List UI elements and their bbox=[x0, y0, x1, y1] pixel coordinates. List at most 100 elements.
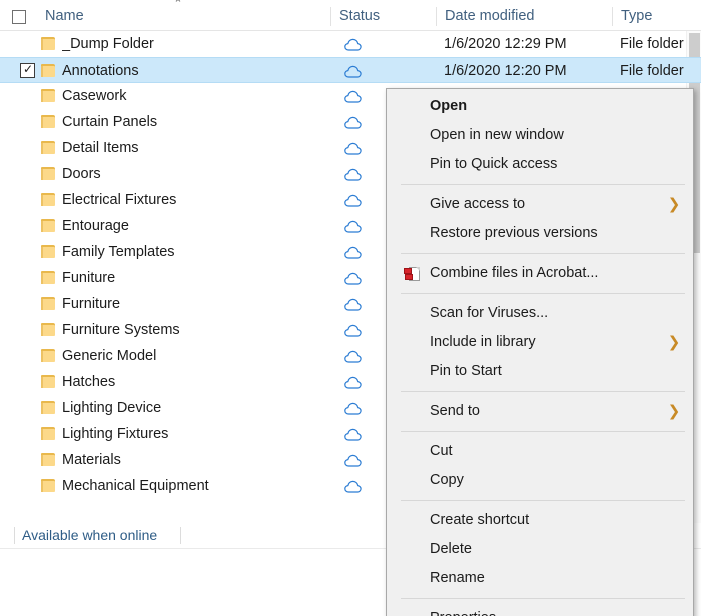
file-name-cell[interactable]: Lighting Device bbox=[62, 395, 332, 421]
cloud-online-only-icon bbox=[344, 142, 362, 155]
cloud-online-only-icon bbox=[344, 454, 362, 467]
date-modified-cell: 1/6/2020 12:29 PM bbox=[444, 36, 567, 52]
menu-item-label: Combine files in Acrobat... bbox=[430, 265, 599, 281]
menu-item-label: Properties bbox=[430, 610, 496, 616]
file-name-cell[interactable]: Mechanical Equipment bbox=[62, 473, 332, 499]
type-cell: File folder bbox=[620, 63, 684, 79]
menu-item-open-in-new-window[interactable]: Open in new window bbox=[387, 121, 693, 150]
folder-icon bbox=[41, 37, 56, 50]
menu-item-restore-previous-versions[interactable]: Restore previous versions bbox=[387, 219, 693, 248]
file-name-cell[interactable]: Furniture Systems bbox=[62, 317, 332, 343]
file-name-cell[interactable]: Hatches bbox=[62, 369, 332, 395]
menu-item-rename[interactable]: Rename bbox=[387, 564, 693, 593]
menu-item-include-in-library[interactable]: Include in library ❯ bbox=[387, 328, 693, 357]
status-bar-divider-right bbox=[180, 527, 181, 544]
chevron-right-icon: ❯ bbox=[667, 402, 681, 420]
menu-item-create-shortcut[interactable]: Create shortcut bbox=[387, 506, 693, 535]
folder-icon bbox=[41, 141, 56, 154]
folder-icon bbox=[41, 427, 56, 440]
folder-icon bbox=[41, 115, 56, 128]
folder-icon bbox=[41, 453, 56, 466]
file-name-cell[interactable]: Materials bbox=[62, 447, 332, 473]
row-checkbox[interactable]: ✓ bbox=[20, 62, 35, 78]
file-name-cell[interactable]: Electrical Fixtures bbox=[62, 187, 332, 213]
file-name-cell[interactable]: Doors bbox=[62, 161, 332, 187]
folder-icon bbox=[41, 349, 56, 362]
cloud-online-only-icon bbox=[344, 272, 362, 285]
cloud-online-only-icon bbox=[344, 65, 362, 78]
cloud-online-only-icon bbox=[344, 38, 362, 51]
column-header-date-modified[interactable]: Date modified bbox=[436, 2, 612, 30]
menu-item-scan-for-viruses[interactable]: Scan for Viruses... bbox=[387, 299, 693, 328]
file-name-cell[interactable]: Furniture bbox=[62, 291, 332, 317]
menu-item-send-to[interactable]: Send to ❯ bbox=[387, 397, 693, 426]
menu-separator bbox=[401, 500, 685, 501]
menu-item-label: Pin to Start bbox=[430, 363, 502, 379]
menu-item-label: Cut bbox=[430, 443, 453, 459]
menu-item-label: Give access to bbox=[430, 196, 526, 212]
menu-item-pin-to-quick-access[interactable]: Pin to Quick access bbox=[387, 150, 693, 179]
status-bar-divider-left bbox=[14, 527, 15, 544]
file-name-cell[interactable]: Curtain Panels bbox=[62, 109, 332, 135]
folder-icon bbox=[41, 167, 56, 180]
file-name-cell[interactable]: Entourage bbox=[62, 213, 332, 239]
file-explorer-window: ⌃ Name Status Date modified Type _Dump F… bbox=[0, 0, 701, 616]
file-name-cell[interactable]: Annotations bbox=[62, 58, 332, 84]
menu-item-properties[interactable]: Properties bbox=[387, 604, 693, 616]
cloud-online-only-icon bbox=[344, 194, 362, 207]
column-header-type[interactable]: Type bbox=[612, 2, 701, 30]
menu-item-label: Pin to Quick access bbox=[430, 156, 558, 172]
menu-separator bbox=[401, 253, 685, 254]
folder-icon bbox=[41, 64, 56, 77]
menu-item-label: Create shortcut bbox=[430, 512, 530, 528]
menu-item-cut[interactable]: Cut bbox=[387, 437, 693, 466]
menu-separator bbox=[401, 184, 685, 185]
chevron-right-icon: ❯ bbox=[667, 333, 681, 351]
cloud-online-only-icon bbox=[344, 376, 362, 389]
folder-icon bbox=[41, 323, 56, 336]
file-name-cell[interactable]: Family Templates bbox=[62, 239, 332, 265]
checkmark-icon: ✓ bbox=[23, 62, 34, 76]
folder-icon bbox=[41, 401, 56, 414]
menu-item-label: Restore previous versions bbox=[430, 225, 598, 241]
menu-item-open[interactable]: Open bbox=[387, 92, 693, 121]
menu-item-label: Open in new window bbox=[430, 127, 564, 143]
folder-icon bbox=[41, 271, 56, 284]
folder-icon bbox=[41, 375, 56, 388]
menu-item-copy[interactable]: Copy bbox=[387, 466, 693, 495]
acrobat-combine-files-icon bbox=[404, 266, 421, 282]
cloud-online-only-icon bbox=[344, 480, 362, 493]
column-header-name[interactable]: Name bbox=[36, 2, 330, 30]
cloud-online-only-icon bbox=[344, 168, 362, 181]
column-header-row: Name Status Date modified Type bbox=[0, 2, 701, 31]
file-name-cell[interactable]: Casework bbox=[62, 83, 332, 109]
cloud-online-only-icon bbox=[344, 298, 362, 311]
menu-item-label: Open bbox=[430, 98, 468, 114]
menu-item-delete[interactable]: Delete bbox=[387, 535, 693, 564]
table-row[interactable]: _Dump Folder 1/6/2020 12:29 PM File folder bbox=[0, 31, 701, 57]
cloud-online-only-icon bbox=[344, 90, 362, 103]
file-name-cell[interactable]: Funiture bbox=[62, 265, 332, 291]
folder-icon bbox=[41, 245, 56, 258]
menu-separator bbox=[401, 598, 685, 599]
folder-icon bbox=[41, 193, 56, 206]
file-name-cell[interactable]: Lighting Fixtures bbox=[62, 421, 332, 447]
folder-icon bbox=[41, 219, 56, 232]
table-row[interactable]: ✓ Annotations 1/6/2020 12:20 PM File folder bbox=[0, 57, 701, 83]
context-menu: Open Open in new window Pin to Quick acces… bbox=[386, 88, 694, 616]
menu-item-label: Rename bbox=[430, 570, 485, 586]
menu-separator bbox=[401, 293, 685, 294]
menu-item-give-access-to[interactable]: Give access to ❯ bbox=[387, 190, 693, 219]
folder-icon bbox=[41, 479, 56, 492]
column-header-status[interactable]: Status bbox=[330, 2, 436, 30]
file-name-cell[interactable]: Detail Items bbox=[62, 135, 332, 161]
cloud-online-only-icon bbox=[344, 402, 362, 415]
menu-item-combine-files-in-acrobat[interactable]: Combine files in Acrobat... bbox=[387, 259, 693, 288]
date-modified-cell: 1/6/2020 12:20 PM bbox=[444, 63, 567, 79]
select-all-checkbox[interactable] bbox=[12, 10, 26, 24]
cloud-online-only-icon bbox=[344, 324, 362, 337]
menu-item-pin-to-start[interactable]: Pin to Start bbox=[387, 357, 693, 386]
file-name-cell[interactable]: Generic Model bbox=[62, 343, 332, 369]
file-name-cell[interactable]: _Dump Folder bbox=[62, 31, 332, 57]
menu-item-label: Send to bbox=[430, 403, 480, 419]
